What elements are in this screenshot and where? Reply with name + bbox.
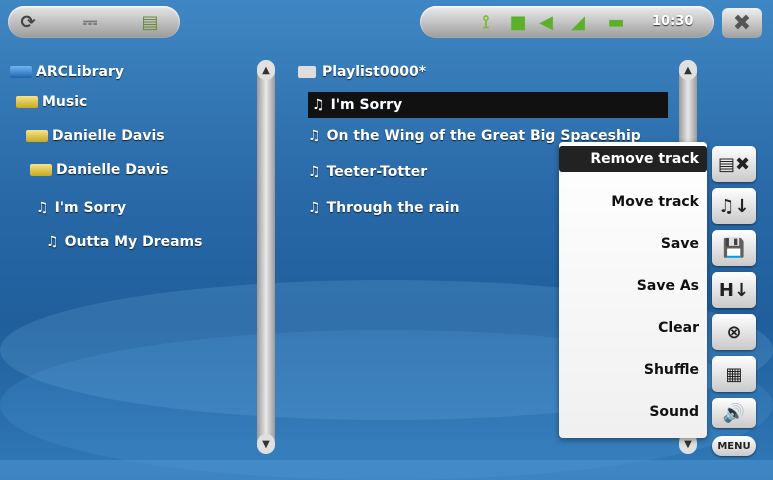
battery-icon: ▬ [607, 11, 625, 33]
left-toolbar: ⟳ ⎓ ▤ [8, 6, 180, 38]
music-note-icon: ♫ [312, 97, 325, 113]
library-icon [10, 66, 32, 78]
library-item-artist[interactable]: Danielle Davis [26, 128, 165, 144]
playlist-track[interactable]: ♫ Teeter-Totter [308, 164, 427, 180]
clock: 10:30 [652, 14, 694, 29]
usb-icon[interactable]: ⎓ [78, 10, 102, 34]
menu-item-save-as[interactable]: Save As [637, 278, 699, 294]
library-item-music[interactable]: Music [16, 94, 87, 110]
scroll-up-icon[interactable]: ▲ [257, 60, 275, 80]
shuffle-icon: ▦ [725, 363, 743, 385]
menu-button[interactable]: MENU [712, 436, 756, 456]
context-menu: Remove track Move track Save Save As Cle… [559, 142, 707, 438]
menu-item-save[interactable]: Save [661, 236, 699, 252]
close-button[interactable]: ✖ [722, 8, 762, 38]
document-icon[interactable]: ▤ [138, 10, 162, 34]
folder-icon [16, 96, 38, 108]
scroll-up-icon[interactable]: ▲ [679, 60, 697, 80]
library-item-album[interactable]: Danielle Davis [30, 162, 169, 178]
save-icon: 💾 [722, 237, 746, 259]
status-bar: ⟳ ⎓ ▤ ⟟ ■ ◀ ◢ ▬ 10:30 ✖ [0, 0, 773, 44]
menu-item-remove-track[interactable]: Remove track [559, 146, 707, 172]
playlist-title: Playlist0000* [298, 64, 426, 80]
remove-track-icon: ▤✖ [717, 153, 751, 175]
music-note-icon: ♫ [308, 200, 321, 216]
sound-button[interactable]: 🔊 [712, 398, 756, 428]
music-note-icon: ♫ [308, 128, 321, 144]
move-track-button[interactable]: ♫↓ [712, 188, 756, 224]
speaker-icon[interactable]: ◀ [534, 10, 558, 34]
folder-icon [26, 130, 48, 142]
music-note-icon: ♫ [36, 200, 49, 216]
library-item-track[interactable]: ♫ I'm Sorry [36, 200, 126, 216]
menu-item-clear[interactable]: Clear [658, 320, 699, 336]
shuffle-button[interactable]: ▦ [712, 356, 756, 392]
save-as-button[interactable]: H↓ [712, 272, 756, 308]
scroll-down-icon[interactable]: ▼ [257, 434, 275, 454]
volume-ramp-icon[interactable]: ◢ [566, 10, 590, 34]
music-note-icon: ♫ [46, 234, 59, 250]
antenna-icon: ⟟ [482, 11, 490, 33]
library-root[interactable]: ARCLibrary [10, 64, 124, 80]
battery-level-icon: ■ [509, 11, 527, 33]
menu-item-move-track[interactable]: Move track [611, 194, 699, 210]
sync-icon[interactable]: ⟳ [16, 10, 40, 34]
move-track-icon: ♫↓ [718, 195, 750, 217]
sound-icon: 🔊 [722, 402, 746, 424]
save-button[interactable]: 💾 [712, 230, 756, 266]
playlist-track[interactable]: ♫ Through the rain [308, 200, 460, 216]
playlist-icon [298, 66, 316, 78]
library-scrollbar[interactable] [257, 60, 275, 448]
menu-item-sound[interactable]: Sound [649, 404, 699, 420]
clear-icon: ⊗ [726, 321, 742, 343]
menu-item-shuffle[interactable]: Shuffle [644, 362, 699, 378]
music-note-icon: ♫ [308, 164, 321, 180]
folder-icon [30, 164, 52, 176]
library-item-track[interactable]: ♫ Outta My Dreams [46, 234, 202, 250]
playlist-track-selected[interactable]: ♫ I'm Sorry [308, 92, 668, 118]
close-icon: ✖ [732, 10, 752, 36]
save-as-icon: H↓ [718, 279, 750, 301]
clear-button[interactable]: ⊗ [712, 314, 756, 350]
remove-track-button[interactable]: ▤✖ [712, 146, 756, 182]
